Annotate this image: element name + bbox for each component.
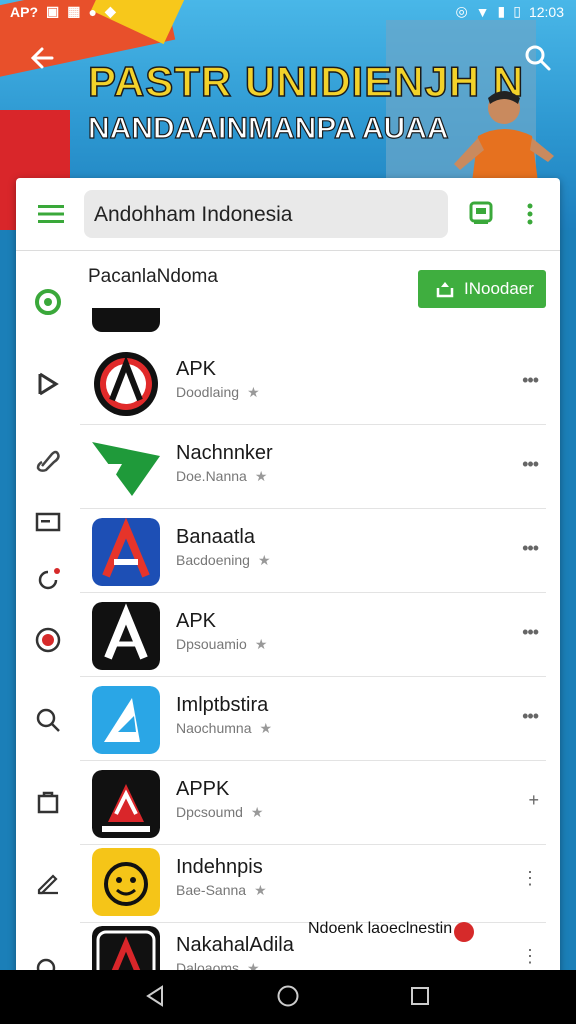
more-options-icon[interactable]: ••• [522,538,539,559]
app-subtitle: Dpcsoumd [176,804,243,820]
search-icon[interactable] [34,706,62,734]
alarm-icon: ◆ [104,3,116,19]
home-icon[interactable] [34,288,62,316]
card-icon[interactable] [34,508,62,536]
bell-icon: ● [88,3,97,20]
app-title: APK [176,358,217,380]
list-item[interactable]: APK Doodlaing ★ ••• [80,340,546,425]
wifi-icon: ▼ [475,3,490,20]
app-subtitle: Doodlaing [176,384,240,400]
list-item[interactable]: Banaatla Bacdoening ★ ••• [80,508,546,593]
star-icon: ★ [250,804,264,820]
list-item[interactable] [80,308,546,338]
system-nav-bar [0,970,576,1024]
sim-icon: ◎ [455,3,468,19]
app-title: NakahalAdila [176,934,294,956]
more-options-icon[interactable]: ⋮ [521,946,539,967]
more-vert-icon[interactable] [522,202,538,226]
refresh-icon[interactable] [34,566,62,594]
app-title: Banaatla [176,526,255,548]
app-title: Nachnnker [176,442,273,464]
edit-icon[interactable] [34,868,62,896]
app-icon [92,434,160,502]
nav-home-icon[interactable] [276,984,300,1008]
app-icon [92,848,160,916]
search-icon [525,45,551,71]
more-options-icon[interactable]: ••• [522,622,539,643]
hamburger-menu-icon[interactable] [38,204,64,224]
app-subtitle: Doe.Nanna [176,468,247,484]
signal-icon: ▮ [497,3,506,19]
search-input-value: Andohham Indonesia [94,203,293,226]
floating-label: Ndoenk laoeclnestin [308,920,453,937]
banner-subtitle: NANDAAINMANPA AUAA [87,111,449,145]
app-subtitle: Bacdoening [176,552,250,568]
section-title: PacanlaNdoma [88,266,218,287]
clock: 12:03 [528,3,564,20]
record-icon[interactable] [34,626,62,654]
play-icon[interactable] [34,370,62,398]
app-icon [92,518,160,586]
star-icon: ★ [247,384,260,400]
back-button[interactable] [26,42,58,74]
star-icon: ★ [259,720,273,736]
status-left-text: AP? [10,3,38,20]
list-item[interactable]: APPK Dpcsoumd ★ + [80,760,546,845]
more-options-icon[interactable]: ⋮ [521,868,539,889]
app-subtitle: Dpsouamio [176,636,247,652]
app-panel: Andohham Indonesia PacanlaNdoma INoodaer… [16,178,560,978]
arrow-left-icon [30,47,54,69]
app-icon [92,602,160,670]
install-button[interactable]: INoodaer [418,270,546,308]
search-input[interactable]: Andohham Indonesia [84,190,448,238]
badge-icon [454,922,474,942]
list-item[interactable]: Indehnpis Bae-Sanna ★ ⋮ [80,838,546,923]
nav-recents-icon[interactable] [410,986,430,1006]
download-manager-icon[interactable] [468,200,494,226]
top-toolbar: Andohham Indonesia [16,178,560,251]
more-options-icon[interactable]: ••• [522,706,539,727]
app-title: APK [176,610,217,632]
side-navigation [16,250,80,978]
app-title: APPK [176,778,230,800]
search-button[interactable] [522,42,554,74]
app-title: Indehnpis [176,856,263,878]
app-icon [92,308,160,332]
upload-icon [436,282,454,298]
apps-icon: ▦ [67,3,81,19]
list-item[interactable]: Imlptbstira Naochumna ★ ••• [80,676,546,761]
install-button-label: INoodaer [464,279,534,298]
bag-icon[interactable] [34,788,62,816]
star-icon: ★ [257,552,271,568]
app-icon [92,686,160,754]
link-icon[interactable] [34,446,62,474]
app-subtitle: Bae-Sanna [176,882,247,898]
more-options-icon[interactable]: ••• [522,370,539,391]
list-item[interactable]: Nachnnker Doe.Nanna ★ ••• [80,424,546,509]
star-icon: ★ [254,468,268,484]
battery-icon: ▯ [513,3,521,19]
status-bar: AP? ▣ ▦ ● ◆ ◎ ▼ ▮ ▯ 12:03 [0,0,576,24]
list-item[interactable]: APK Dpsouamio ★ ••• [80,592,546,677]
nav-back-icon[interactable] [144,984,166,1008]
app-subtitle: Naochumna [176,720,252,736]
star-icon: ★ [254,882,267,898]
mail-icon: ▣ [46,3,60,19]
app-title: Imlptbstira [176,694,269,716]
more-options-icon[interactable]: + [528,790,538,811]
star-icon: ★ [254,636,268,652]
more-options-icon[interactable]: ••• [522,454,539,475]
app-icon [92,770,160,838]
app-icon [92,350,160,418]
